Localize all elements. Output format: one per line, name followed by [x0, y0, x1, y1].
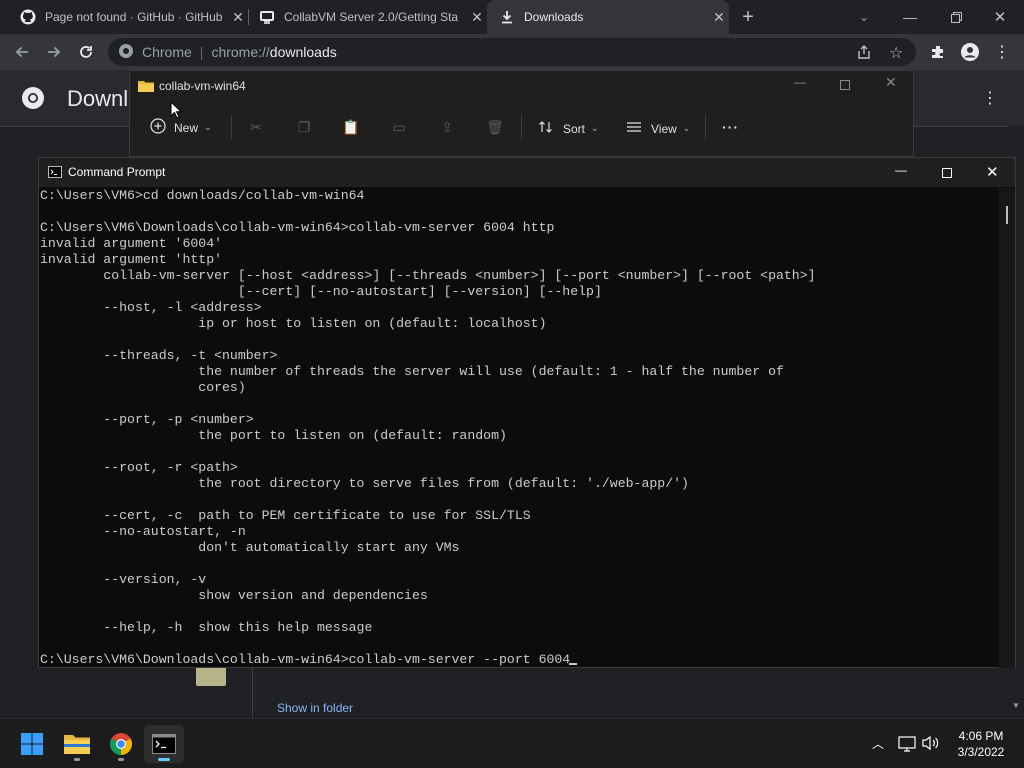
scroll-thumb[interactable] — [1006, 206, 1008, 224]
show-in-folder-link[interactable]: Show in folder — [277, 701, 353, 715]
url-path: downloads — [269, 44, 337, 60]
site-label: Chrome — [142, 44, 192, 60]
tab-title: Downloads — [524, 10, 584, 24]
bookmark-star-icon[interactable]: ☆ — [889, 43, 903, 63]
share-icon[interactable] — [856, 44, 872, 63]
minimize-icon[interactable]: — — [794, 75, 806, 89]
maximize-icon[interactable] — [840, 77, 850, 95]
console-scrollbar[interactable] — [999, 188, 1015, 668]
chevron-down-icon: ⌄ — [591, 123, 599, 133]
running-indicator — [74, 758, 80, 761]
url-prefix: chrome:// — [211, 44, 270, 60]
forward-icon[interactable] — [38, 34, 70, 70]
new-tab-icon[interactable]: + — [736, 5, 760, 29]
close-tab-icon[interactable]: ✕ — [467, 9, 487, 26]
clock-time: 4:06 PM — [958, 729, 1004, 743]
browser-tab-strip: Page not found · GitHub · GitHub ✕ Colla… — [0, 0, 1024, 34]
tab-title: CollabVM Server 2.0/Getting Sta — [284, 10, 459, 24]
download-icon — [499, 9, 515, 25]
cmd-icon — [48, 166, 62, 181]
running-indicator — [118, 758, 124, 761]
toolbar-divider — [705, 115, 706, 139]
clock-date: 3/3/2022 — [957, 745, 1005, 759]
command-prompt-window: Command Prompt — ✕ C:\Users\VM6>cd downl… — [38, 157, 1016, 668]
toolbar-divider — [521, 115, 522, 139]
maximize-icon[interactable] — [942, 167, 952, 181]
scroll-down-icon[interactable]: ▼ — [1012, 701, 1020, 710]
tab-github[interactable]: Page not found · GitHub · GitHub ✕ — [0, 0, 248, 34]
delete-icon[interactable]: 🗑 — [486, 118, 504, 136]
mouse-cursor-icon — [170, 100, 183, 124]
start-windows-icon[interactable] — [12, 725, 52, 763]
profile-avatar-icon[interactable] — [954, 34, 986, 70]
collabvm-icon — [259, 9, 275, 25]
downloads-page-title: Downl — [67, 86, 129, 111]
show-hidden-icons-chevron-icon[interactable]: ︿ — [872, 735, 884, 752]
chrome-logo-icon — [21, 86, 45, 115]
active-indicator — [158, 758, 170, 761]
github-icon — [20, 9, 36, 25]
command-prompt-taskbar-icon[interactable] — [144, 725, 184, 763]
file-icon — [196, 666, 226, 686]
chrome-taskbar-icon[interactable] — [101, 725, 141, 763]
cut-icon[interactable]: ✂ — [247, 118, 265, 136]
minimize-icon[interactable]: — — [898, 5, 922, 29]
view-icon — [626, 119, 642, 138]
file-explorer-taskbar-icon[interactable] — [57, 725, 97, 763]
chrome-menu-icon[interactable]: ⋮ — [986, 34, 1018, 70]
close-tab-icon[interactable]: ✕ — [709, 9, 729, 26]
minimize-icon[interactable]: — — [895, 163, 907, 177]
restore-icon[interactable] — [944, 5, 968, 29]
taskbar: ︿ 4:06 PM 3/3/2022 — [0, 718, 1024, 768]
chrome-logo-icon — [118, 43, 134, 62]
more-options-icon[interactable]: ··· — [722, 119, 739, 135]
browser-toolbar: Chrome | chrome://downloads ☆ ⋮ — [0, 34, 1024, 70]
extensions-icon[interactable] — [922, 34, 954, 70]
volume-icon[interactable] — [922, 735, 940, 756]
back-icon[interactable] — [6, 34, 38, 70]
reload-icon[interactable] — [70, 34, 102, 70]
cmd-title: Command Prompt — [68, 165, 166, 179]
rename-icon[interactable]: ▭ — [390, 118, 408, 136]
view-label: View — [651, 121, 677, 136]
explorer-title: collab-vm-win64 — [159, 79, 246, 93]
copy-icon[interactable]: ❐ — [295, 118, 313, 136]
sort-button[interactable]: Sort ⌄ — [538, 119, 599, 138]
tab-search-icon[interactable]: ⌄ — [852, 5, 876, 29]
close-icon[interactable]: ✕ — [986, 163, 999, 181]
network-icon[interactable] — [898, 736, 916, 757]
view-button[interactable]: View ⌄ — [626, 119, 690, 138]
system-clock[interactable]: 4:06 PM 3/3/2022 — [946, 728, 1016, 760]
tab-title: Page not found · GitHub · GitHub — [45, 10, 223, 24]
tab-downloads[interactable]: Downloads ✕ — [487, 0, 729, 34]
file-explorer-window: collab-vm-win64 — ✕ New ⌄ ✂ ❐ 📋 ▭ ⇪ 🗑 So… — [129, 70, 914, 157]
chevron-down-icon: ⌄ — [682, 123, 691, 133]
sort-icon — [538, 119, 554, 138]
share-icon[interactable]: ⇪ — [438, 118, 456, 136]
plus-circle-icon — [150, 118, 166, 137]
paste-icon[interactable]: 📋 — [342, 118, 360, 136]
text-cursor — [569, 663, 577, 665]
address-divider: | — [199, 44, 204, 60]
toolbar-divider — [231, 115, 232, 139]
cmd-title-bar[interactable]: Command Prompt — ✕ — [39, 158, 1015, 187]
sort-label: Sort — [563, 121, 586, 136]
console-output[interactable]: C:\Users\VM6>cd downloads/collab-vm-win6… — [40, 188, 1002, 668]
address-bar[interactable]: Chrome | chrome://downloads ☆ — [108, 38, 916, 66]
close-window-icon[interactable]: ✕ — [988, 5, 1012, 29]
folder-icon — [138, 79, 154, 98]
tab-collabvm[interactable]: CollabVM Server 2.0/Getting Sta ✕ — [239, 0, 487, 34]
downloads-menu-icon[interactable]: ⋮ — [982, 88, 998, 108]
chevron-down-icon: ⌄ — [204, 122, 212, 132]
close-icon[interactable]: ✕ — [885, 74, 897, 91]
